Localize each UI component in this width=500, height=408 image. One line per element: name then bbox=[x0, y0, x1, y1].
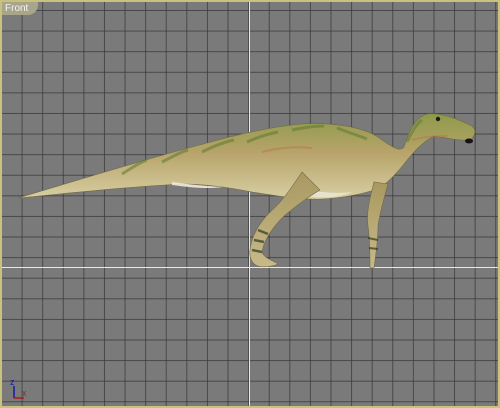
front-viewport[interactable]: Front z x bbox=[0, 0, 500, 408]
axis-gizmo-icon bbox=[13, 386, 24, 399]
dinosaur-body bbox=[17, 113, 476, 200]
dinosaur-beak bbox=[465, 138, 473, 144]
viewport-label[interactable]: Front bbox=[2, 2, 39, 15]
dinosaur-eye bbox=[435, 116, 441, 122]
dinosaur-front-leg bbox=[367, 181, 389, 269]
axis-gizmo: z x bbox=[8, 378, 38, 402]
dinosaur-model[interactable] bbox=[2, 2, 498, 406]
